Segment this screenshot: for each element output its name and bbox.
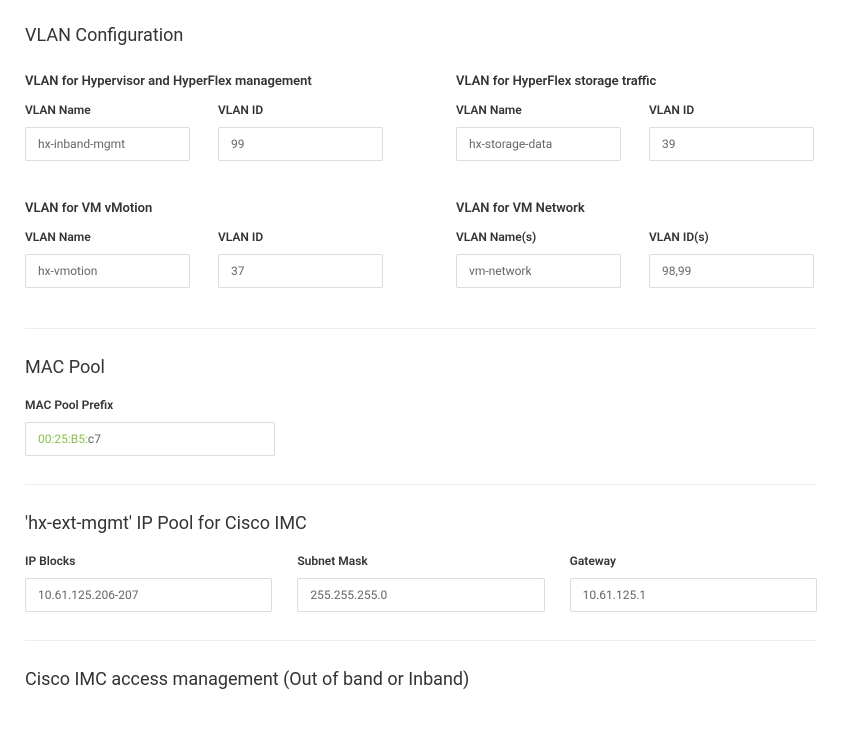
ip-blocks-input[interactable] [25,578,272,612]
vlan-vm-network-name-input[interactable] [456,254,621,288]
vlan-vmotion-name-label: VLAN Name [25,230,193,244]
mac-pool-section: MAC Pool MAC Pool Prefix 00:25:B5: [25,357,817,456]
mac-pool-suffix-input[interactable] [88,432,118,446]
vlan-storage-id-group: VLAN ID [649,103,817,161]
ip-blocks-label: IP Blocks [25,554,272,568]
vlan-management-id-group: VLAN ID [218,103,386,161]
mac-pool-prefix-group: MAC Pool Prefix 00:25:B5: [25,398,817,456]
ip-pool-section: 'hx-ext-mgmt' IP Pool for Cisco IMC IP B… [25,513,817,612]
vlan-vmotion-id-group: VLAN ID [218,230,386,288]
vlan-vm-network-name-label: VLAN Name(s) [456,230,624,244]
mac-pool-prefix-label: MAC Pool Prefix [25,398,817,412]
subnet-mask-group: Subnet Mask [297,554,544,612]
vlan-management-name-input[interactable] [25,127,190,161]
vlan-management-name-label: VLAN Name [25,103,193,117]
mac-pool-fixed-prefix: 00:25:B5: [38,432,88,446]
vlan-row-2: VLAN for VM vMotion VLAN Name VLAN ID VL… [25,201,817,288]
vlan-management-subsection: VLAN for Hypervisor and HyperFlex manage… [25,74,386,161]
subnet-mask-input[interactable] [297,578,544,612]
ip-blocks-group: IP Blocks [25,554,272,612]
vlan-storage-id-label: VLAN ID [649,103,817,117]
vlan-vm-network-fields: VLAN Name(s) VLAN ID(s) [456,230,817,288]
vlan-storage-name-input[interactable] [456,127,621,161]
gateway-input[interactable] [570,578,817,612]
ip-pool-fields: IP Blocks Subnet Mask Gateway [25,554,817,612]
vlan-storage-fields: VLAN Name VLAN ID [456,103,817,161]
vlan-vmotion-fields: VLAN Name VLAN ID [25,230,386,288]
gateway-group: Gateway [570,554,817,612]
mac-pool-input-wrapper[interactable]: 00:25:B5: [25,422,275,456]
vlan-vmotion-id-label: VLAN ID [218,230,386,244]
vlan-management-id-label: VLAN ID [218,103,386,117]
vlan-storage-title: VLAN for HyperFlex storage traffic [456,74,817,89]
vlan-management-id-input[interactable] [218,127,383,161]
vlan-vmotion-id-input[interactable] [218,254,383,288]
vlan-storage-name-group: VLAN Name [456,103,624,161]
vlan-vm-network-id-input[interactable] [649,254,814,288]
vlan-row-1: VLAN for Hypervisor and HyperFlex manage… [25,74,817,161]
cisco-imc-title: Cisco IMC access management (Out of band… [25,669,817,690]
vlan-vm-network-id-group: VLAN ID(s) [649,230,817,288]
divider-3 [25,640,817,641]
vlan-vm-network-subsection: VLAN for VM Network VLAN Name(s) VLAN ID… [456,201,817,288]
vlan-vm-network-id-label: VLAN ID(s) [649,230,817,244]
cisco-imc-section: Cisco IMC access management (Out of band… [25,669,817,690]
vlan-vmotion-subsection: VLAN for VM vMotion VLAN Name VLAN ID [25,201,386,288]
vlan-vm-network-title: VLAN for VM Network [456,201,817,216]
divider-1 [25,328,817,329]
divider-2 [25,484,817,485]
mac-pool-title: MAC Pool [25,357,817,378]
vlan-config-title: VLAN Configuration [25,25,817,46]
ip-pool-title: 'hx-ext-mgmt' IP Pool for Cisco IMC [25,513,817,534]
vlan-configuration-section: VLAN Configuration VLAN for Hypervisor a… [25,25,817,288]
vlan-vmotion-title: VLAN for VM vMotion [25,201,386,216]
vlan-storage-id-input[interactable] [649,127,814,161]
vlan-management-fields: VLAN Name VLAN ID [25,103,386,161]
gateway-label: Gateway [570,554,817,568]
vlan-vmotion-name-group: VLAN Name [25,230,193,288]
vlan-vm-network-name-group: VLAN Name(s) [456,230,624,288]
subnet-mask-label: Subnet Mask [297,554,544,568]
vlan-storage-name-label: VLAN Name [456,103,624,117]
vlan-management-title: VLAN for Hypervisor and HyperFlex manage… [25,74,386,89]
vlan-storage-subsection: VLAN for HyperFlex storage traffic VLAN … [456,74,817,161]
vlan-management-name-group: VLAN Name [25,103,193,161]
vlan-vmotion-name-input[interactable] [25,254,190,288]
